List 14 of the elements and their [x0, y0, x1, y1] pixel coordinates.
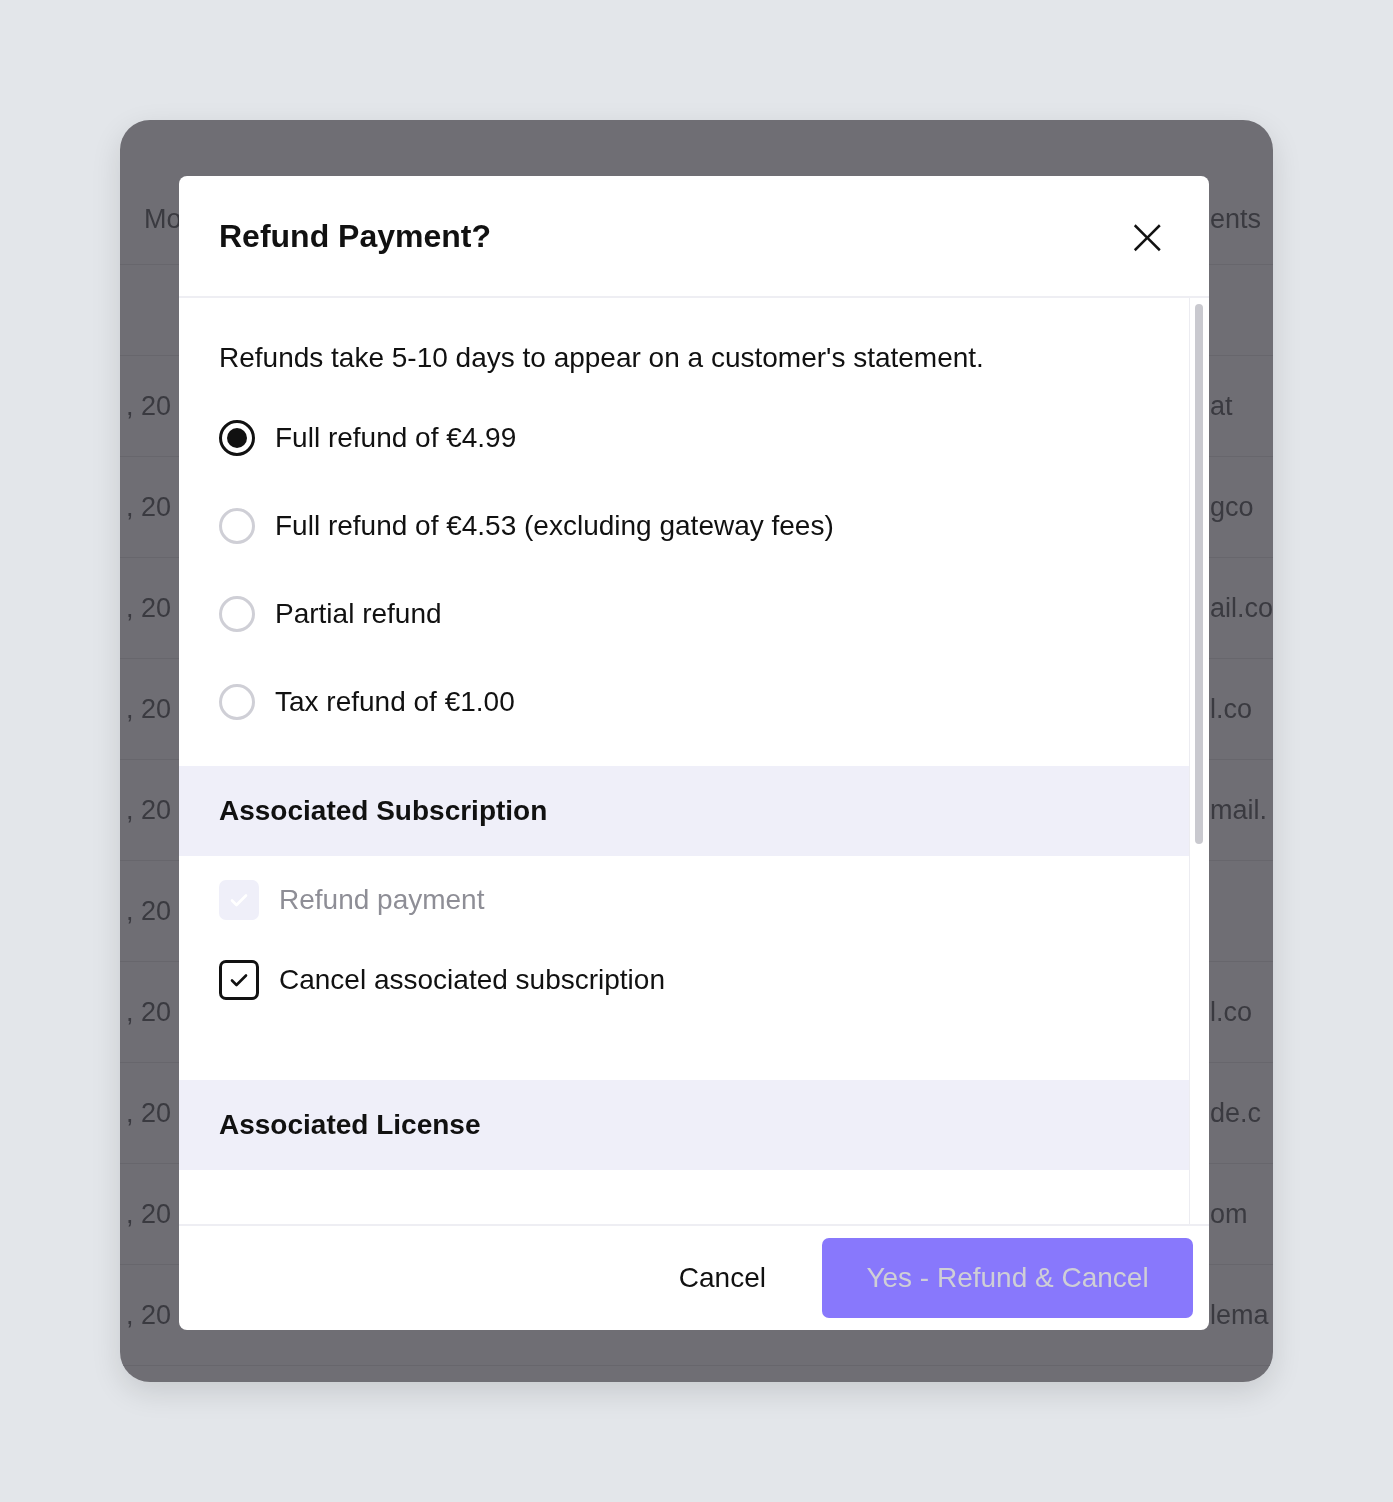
radio-button[interactable]	[219, 420, 255, 456]
description-text: Refunds take 5-10 days to appear on a customer's statement.	[219, 342, 985, 374]
scrollbar-thumb[interactable]	[1195, 304, 1203, 844]
option-label[interactable]: Full refund of €4.53 (excluding gateway fees)	[275, 510, 834, 542]
dialog-title: Refund Payment?	[219, 217, 492, 255]
option-label[interactable]: Full refund of €4.99	[275, 422, 517, 454]
checkbox[interactable]	[219, 960, 259, 1000]
option-label[interactable]: Tax refund of €1.00	[275, 686, 515, 718]
section-header: Associated License	[179, 1080, 1189, 1170]
option-label[interactable]: Partial refund	[275, 598, 442, 630]
cancel-button[interactable]: Cancel	[678, 1254, 766, 1302]
close-button[interactable]: ×	[1125, 210, 1169, 262]
checkbox-label[interactable]: Cancel associated subscription	[279, 964, 665, 996]
section-header: Associated Subscription	[179, 766, 1189, 856]
